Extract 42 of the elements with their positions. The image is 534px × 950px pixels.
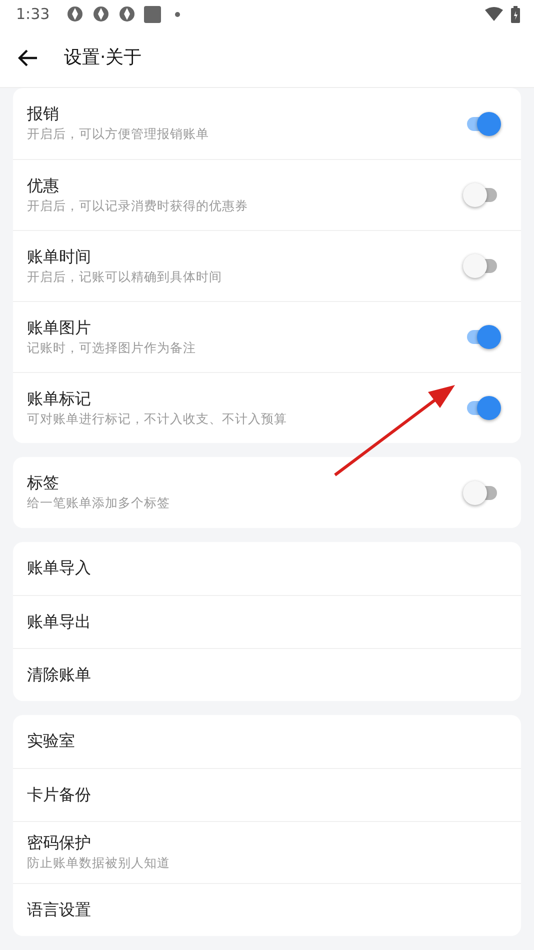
notification-icon: [66, 5, 84, 23]
setting-title: 标签: [27, 473, 60, 494]
setting-title: 账单图片: [27, 318, 92, 339]
settings-row[interactable]: 语言设置: [13, 883, 521, 936]
settings-row[interactable]: 账单导出: [13, 595, 521, 648]
setting-title: 账单时间: [27, 246, 92, 268]
battery-icon: [511, 6, 520, 22]
settings-row[interactable]: 标签 给一笔账单添加多个标签: [13, 457, 521, 528]
wifi-icon: [485, 7, 503, 21]
setting-description: 可对账单进行标记，不计入收支、不计入预算: [27, 410, 288, 428]
settings-row[interactable]: 账单导入: [13, 542, 521, 595]
setting-title: 卡片备份: [27, 784, 92, 806]
setting-title: 账单标记: [27, 388, 92, 410]
dot-icon: [174, 12, 180, 16]
settings-row[interactable]: 报销 开启后，可以方便管理报销账单: [13, 88, 521, 159]
settings-row[interactable]: 清除账单: [13, 648, 521, 701]
notification-icon: [144, 6, 161, 22]
setting-title: 优惠: [27, 176, 60, 197]
setting-description: 防止账单数据被别人知道: [27, 854, 171, 872]
notification-icon: [118, 5, 136, 23]
setting-description: 开启后，可以记录消费时获得的优惠券: [27, 196, 249, 214]
settings-row[interactable]: 账单图片 记账时，可选择图片作为备注: [13, 301, 521, 372]
status-time: 1:33: [16, 4, 50, 25]
setting-title: 清除账单: [27, 664, 92, 686]
settings-row[interactable]: 卡片备份: [13, 768, 521, 821]
setting-title: 语言设置: [27, 900, 92, 920]
setting-title: 实验室: [27, 731, 76, 752]
setting-title: 账单导出: [27, 612, 92, 632]
settings-row[interactable]: 实验室: [13, 715, 521, 768]
setting-description: 给一笔账单添加多个标签: [27, 494, 171, 512]
setting-description: 开启后，记账可以精确到具体时间: [27, 268, 223, 286]
setting-description: 记账时，可选择图片作为备注: [27, 338, 197, 356]
setting-title: 报销: [27, 104, 60, 126]
page-title: 设置·关于: [64, 46, 142, 70]
notification-icon: [92, 5, 110, 23]
settings-row[interactable]: 优惠 开启后，可以记录消费时获得的优惠券: [13, 159, 521, 230]
setting-title: 密码保护: [27, 833, 92, 854]
back-icon[interactable]: [18, 48, 38, 66]
settings-row[interactable]: 账单时间 开启后，记账可以精确到具体时间: [13, 230, 521, 301]
settings-row[interactable]: 密码保护 防止账单数据被别人知道: [13, 821, 521, 883]
setting-title: 账单导入: [27, 558, 92, 579]
setting-description: 开启后，可以方便管理报销账单: [27, 125, 210, 143]
